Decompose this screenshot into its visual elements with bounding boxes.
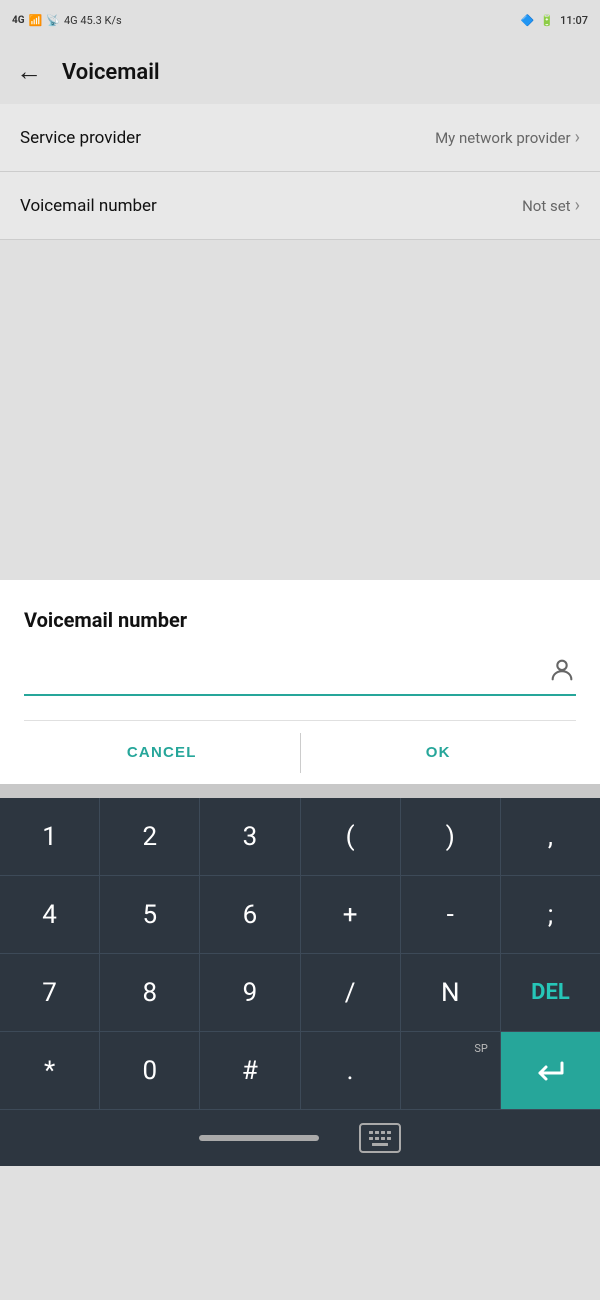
settings-list: Service provider My network provider › V… — [0, 104, 600, 240]
key-6[interactable]: 6 — [200, 876, 300, 954]
key-del[interactable]: DEL — [501, 954, 600, 1032]
key-close-paren[interactable]: ) — [401, 798, 501, 876]
dialog-buttons: CANCEL OK — [24, 720, 576, 784]
keyboard-row-2: 4 5 6 + - ; — [0, 876, 600, 954]
voicemail-number-dialog: Voicemail number CANCEL OK — [0, 580, 600, 784]
dialog-input-row — [24, 656, 576, 696]
wifi-icon: 📡 — [46, 14, 60, 27]
battery-icon: 🔋 — [540, 14, 554, 27]
key-period[interactable]: . — [301, 1032, 401, 1110]
voicemail-number-value: Not set › — [522, 195, 580, 216]
key-9[interactable]: 9 — [200, 954, 300, 1032]
service-provider-item[interactable]: Service provider My network provider › — [0, 104, 600, 172]
back-button[interactable]: ← — [16, 59, 42, 85]
chevron-icon: › — [575, 127, 580, 148]
key-slash[interactable]: / — [301, 954, 401, 1032]
keyboard-row-3: 7 8 9 / N DEL — [0, 954, 600, 1032]
speed-indicator: 4G 45.3 K/s — [64, 14, 122, 27]
time-display: 11:07 — [560, 14, 588, 27]
service-provider-label: Service provider — [20, 128, 141, 148]
key-1[interactable]: 1 — [0, 798, 100, 876]
voicemail-number-item[interactable]: Voicemail number Not set › — [0, 172, 600, 240]
key-comma[interactable]: , — [501, 798, 600, 876]
voicemail-number-label: Voicemail number — [20, 196, 157, 216]
network-indicator: 4G — [12, 15, 25, 26]
sp-label: SP — [474, 1042, 487, 1055]
service-provider-value: My network provider › — [435, 127, 580, 148]
key-5[interactable]: 5 — [100, 876, 200, 954]
keyboard-row-4: * 0 # . SP — [0, 1032, 600, 1110]
key-semicolon[interactable]: ; — [501, 876, 600, 954]
key-minus[interactable]: - — [401, 876, 501, 954]
keyboard-separator — [0, 784, 600, 798]
status-bar: 4G 📶 📡 4G 45.3 K/s 🔷 🔋 11:07 — [0, 0, 600, 40]
home-pill[interactable] — [199, 1135, 319, 1141]
key-sp[interactable]: SP — [401, 1032, 501, 1110]
key-open-paren[interactable]: ( — [301, 798, 401, 876]
key-plus[interactable]: + — [301, 876, 401, 954]
ok-button[interactable]: OK — [301, 721, 577, 784]
keyboard-switcher-icon[interactable] — [359, 1123, 401, 1153]
signal-icon: 📶 — [29, 14, 43, 27]
page-title: Voicemail — [62, 60, 160, 85]
bluetooth-icon: 🔷 — [521, 14, 535, 27]
status-left: 4G 📶 📡 4G 45.3 K/s — [12, 14, 122, 27]
key-hash[interactable]: # — [200, 1032, 300, 1110]
background-spacer — [0, 240, 600, 580]
key-7[interactable]: 7 — [0, 954, 100, 1032]
keyboard: 1 2 3 ( ) , 4 5 6 + - ; 7 8 9 / N DEL * … — [0, 798, 600, 1110]
voicemail-number-input[interactable] — [24, 659, 540, 688]
status-right: 🔷 🔋 11:07 — [521, 14, 588, 27]
cancel-button[interactable]: CANCEL — [24, 721, 300, 784]
key-4[interactable]: 4 — [0, 876, 100, 954]
keyboard-row-1: 1 2 3 ( ) , — [0, 798, 600, 876]
key-0[interactable]: 0 — [100, 1032, 200, 1110]
key-enter[interactable] — [501, 1032, 600, 1110]
key-3[interactable]: 3 — [200, 798, 300, 876]
nav-bar — [0, 1110, 600, 1166]
key-n[interactable]: N — [401, 954, 501, 1032]
key-8[interactable]: 8 — [100, 954, 200, 1032]
key-star[interactable]: * — [0, 1032, 100, 1110]
contact-icon[interactable] — [548, 656, 576, 690]
dialog-title: Voicemail number — [24, 608, 576, 632]
header: ← Voicemail — [0, 40, 600, 104]
chevron-icon-2: › — [575, 195, 580, 216]
key-2[interactable]: 2 — [100, 798, 200, 876]
